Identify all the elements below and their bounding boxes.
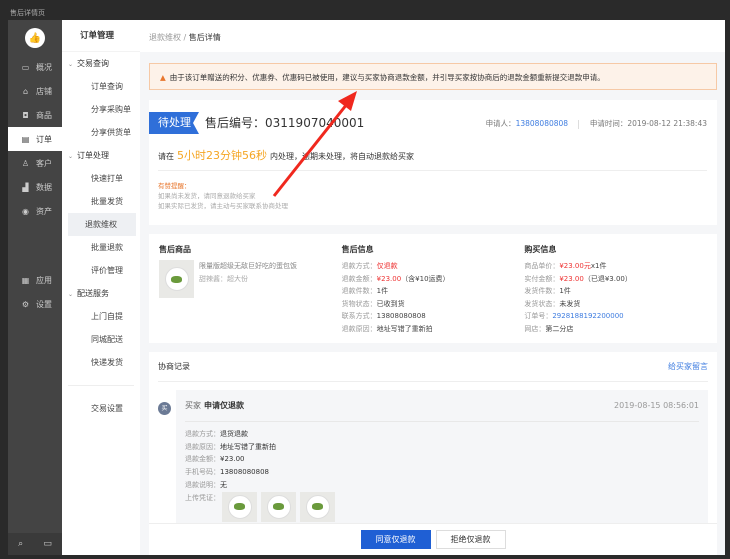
sidebar-item-1[interactable]: ⚙ 设置	[8, 292, 62, 316]
status-card: 待处理 售后编号：0311907040001 申请人：13808080808 申…	[149, 100, 717, 225]
action-bar: 同意仅退款 拒绝仅退款	[149, 523, 717, 555]
message-icon[interactable]: ▭	[43, 539, 52, 549]
main-sidebar: 👍 ▭ 概况 ⌂ 店铺 ◘ 商品 ▤ 订单 ♙ 客户 ▟ 数据 ◉ 资产 ▦ 应用 ⚙ 设置 ⌕ ▭	[8, 20, 62, 555]
nav-item[interactable]: 订单查询	[68, 75, 136, 98]
tips: 有赞提醒： 如果尚未发货，请同意退款给买家 如果实际已发货，请主动与买家联系协商…	[158, 182, 288, 210]
buyer-avatar: 买	[158, 402, 171, 415]
purchase-info: 购买信息 商品单价：¥23.00元x1件 实付金额：¥23.00（已退¥3.00）发…	[524, 244, 707, 333]
info-row: 退款金额：¥23.00（含¥10运费）	[341, 274, 450, 283]
after-sale-number: 售后编号：0311907040001	[205, 116, 365, 130]
agree-refund-button[interactable]: 同意仅退款	[360, 530, 431, 549]
chevron-down-icon: ⌄	[68, 61, 74, 68]
secondary-nav: 订单管理 ⌄ 交易查询 订单查询 分享采购单 分享供货单 ⌄ 订单处理 快速打单 批量发货 退款维…	[62, 20, 140, 555]
info-row: 发货状态：未发货	[524, 299, 581, 308]
sidebar-item-0[interactable]: ▦ 应用	[8, 268, 62, 292]
leave-message-link[interactable]: 给买家留言	[668, 352, 708, 382]
nav-item[interactable]: 同城配送	[68, 328, 136, 351]
nav-title: 订单管理	[62, 20, 140, 52]
record-row: 手机号码：13808080808	[185, 468, 269, 477]
sidebar-item-2[interactable]: ◘ 商品	[8, 103, 62, 127]
product-section: 售后商品 限量版超级无敌巨好吃的蛋包饭 甜辣酱：超大份	[159, 244, 342, 333]
nav-item[interactable]: 分享采购单	[68, 98, 136, 121]
info-row: 发货件数：1件	[524, 287, 571, 295]
record-row: 退款金额：¥23.00	[185, 455, 245, 464]
apply-time: 2019-08-12 21:38:43	[627, 119, 707, 128]
record-row: 退款原因：地址写错了重新拍	[185, 442, 276, 451]
search-icon[interactable]: ⌕	[18, 539, 23, 549]
sidebar-item-0[interactable]: ▭ 概况	[8, 55, 62, 79]
coin-icon: ◉	[22, 206, 29, 216]
info-row: 实付金额：¥23.00（已退¥3.00）	[524, 274, 632, 283]
info-row: 网店：第二分店	[524, 324, 574, 333]
countdown-text: 请在 5小时23分钟56秒 内处理，逾期未处理，将自动退款给买家	[158, 149, 414, 162]
info-row: 货物状态：已收到货	[341, 299, 405, 308]
nav-item[interactable]: 分享供货单	[68, 121, 136, 144]
nav-group[interactable]: ⌄ 订单处理	[62, 144, 140, 167]
nav-group[interactable]: ⌄ 配送服务	[62, 282, 140, 305]
nav-item-trade-settings[interactable]: 交易设置	[68, 397, 136, 420]
after-sale-info: 售后信息 退款方式：仅退款 退款金额：¥23.00（含¥10运费） 退款件数：1件 货物…	[342, 244, 525, 333]
product-name[interactable]: 限量版超级无敌巨好吃的蛋包饭	[199, 260, 297, 273]
sidebar-item-5[interactable]: ▟ 数据	[8, 175, 62, 199]
info-card: 售后商品 限量版超级无敌巨好吃的蛋包饭 甜辣酱：超大份 售后信息 退款方式：仅退款退…	[149, 234, 717, 343]
sidebar-item-3[interactable]: ▤ 订单	[8, 127, 62, 151]
record-row: 退款方式：退货退款	[185, 430, 248, 438]
divider	[68, 385, 134, 386]
chart-icon: ▟	[22, 182, 29, 192]
warning-icon: ▲	[160, 73, 166, 82]
warning-alert: ▲ 由于该订单赠送的积分、优惠券、优惠码已被使用，建议与买家协商退款金额，并引导买…	[149, 63, 717, 90]
nav-item[interactable]: 评价管理	[68, 259, 136, 282]
app-window: 👍 ▭ 概况 ⌂ 店铺 ◘ 商品 ▤ 订单 ♙ 客户 ▟ 数据 ◉ 资产 ▦ 应用 ⚙ 设置 ⌕ ▭ 订单管理 …	[8, 20, 725, 555]
breadcrumb: 退款维权 / 售后详情	[140, 20, 725, 52]
alert-text: 由于该订单赠送的积分、优惠券、优惠码已被使用，建议与买家协商退款金额，并引导买家…	[169, 73, 605, 82]
product-spec: 甜辣酱：超大份	[199, 275, 248, 283]
bag-icon: ◘	[22, 110, 29, 120]
divider	[158, 170, 707, 171]
user-icon: ♙	[21, 158, 30, 168]
nav-group[interactable]: ⌄ 交易查询	[62, 52, 140, 75]
sidebar-item-6[interactable]: ◉ 资产	[8, 199, 62, 223]
info-row: 退款方式：仅退款	[341, 262, 398, 270]
apps-icon: ▦	[21, 275, 30, 285]
nav-item[interactable]: 快速打单	[68, 167, 136, 190]
records-title: 协商记录	[158, 362, 190, 371]
info-row: 退款原因：地址写错了重新拍	[341, 324, 433, 333]
nav-item[interactable]: 退款维权	[68, 213, 136, 236]
store-icon: ⌂	[22, 86, 29, 96]
info-row: 联系方式：13808080808	[341, 312, 426, 320]
nav-item[interactable]: 上门自提	[68, 305, 136, 328]
info-row: 商品单价：¥23.00元x1件	[524, 262, 607, 270]
reject-refund-button[interactable]: 拒绝仅退款	[435, 530, 506, 549]
order-icon: ▤	[21, 134, 30, 144]
product-image[interactable]	[159, 260, 194, 298]
status-badge: 待处理	[149, 112, 199, 134]
monitor-icon: ▭	[21, 62, 30, 72]
window-title: 售后详情页	[10, 9, 45, 17]
nav-item[interactable]: 批量发货	[68, 190, 136, 213]
chevron-down-icon: ⌄	[68, 291, 74, 298]
record-time: 2019-08-15 08:56:01	[614, 401, 699, 410]
logo-thumbs-up-icon[interactable]: 👍	[25, 28, 45, 48]
nav-item[interactable]: 快递发货	[68, 351, 136, 374]
sidebar-item-1[interactable]: ⌂ 店铺	[8, 79, 62, 103]
breadcrumb-separator: /	[183, 33, 187, 42]
record-row: 退款说明：无	[185, 480, 227, 489]
info-row: 订单号：2928188192200000	[524, 312, 624, 320]
evidence-image[interactable]	[300, 491, 336, 522]
breadcrumb-parent[interactable]: 退款维权	[149, 33, 181, 42]
countdown: 5小时23分钟56秒	[177, 149, 267, 162]
nav-item[interactable]: 批量退款	[68, 236, 136, 259]
applicant-link[interactable]: 13808080808	[516, 119, 569, 128]
records-card: 协商记录 给买家留言 买 买家 申请仅退款 2019-08-15 08:56:01 退…	[149, 352, 717, 555]
apply-meta: 申请人：13808080808 申请时间：2019-08-12 21:38:43	[485, 119, 707, 129]
evidence-image[interactable]	[222, 491, 258, 522]
sidebar-footer: ⌕ ▭	[8, 533, 62, 555]
main-content: 退款维权 / 售后详情 ▲ 由于该订单赠送的积分、优惠券、优惠码已被使用，建议与买…	[140, 20, 725, 555]
info-row: 退款件数：1件	[341, 287, 389, 295]
evidence-image[interactable]	[261, 491, 297, 522]
gear-icon: ⚙	[21, 299, 30, 309]
chevron-down-icon: ⌄	[68, 153, 74, 160]
breadcrumb-current: 售后详情	[188, 33, 221, 42]
sidebar-item-4[interactable]: ♙ 客户	[8, 151, 62, 175]
